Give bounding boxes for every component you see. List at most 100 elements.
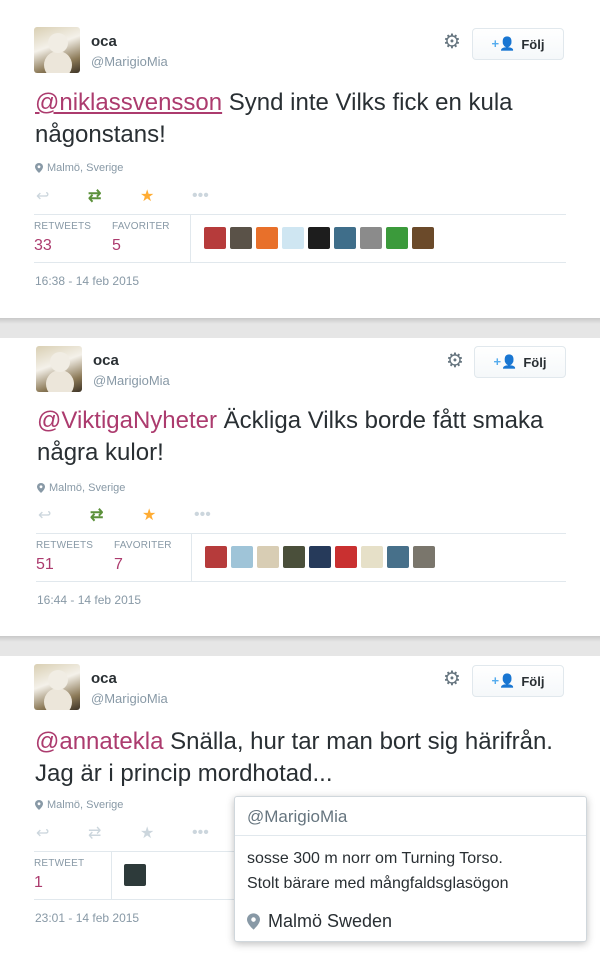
favoriter-avatar[interactable] — [230, 227, 252, 249]
tweet-text: @ViktigaNyheter Äckliga Vilks borde fått… — [37, 405, 577, 469]
stat-label: FAVORITER — [114, 540, 172, 551]
tweet-separator — [0, 636, 600, 656]
retweet-icon[interactable]: ⇄ — [88, 186, 140, 206]
divider — [235, 835, 586, 836]
gear-icon[interactable]: ⚙ — [443, 32, 461, 52]
bio-line: Stolt bärare med mångfaldsglasögon — [247, 875, 509, 892]
location-label: Malmö, Sverige — [49, 482, 126, 494]
more-icon[interactable]: ••• — [192, 187, 244, 205]
favoriter-avatar[interactable] — [205, 546, 227, 568]
tweet-location[interactable]: Malmö, Sverige — [35, 162, 123, 174]
reply-icon[interactable]: ↩ — [38, 505, 90, 525]
favoriter-avatar[interactable] — [387, 546, 409, 568]
retweet-icon[interactable]: ⇄ — [88, 823, 140, 843]
stats-bar: RETWEETS 33 FAVORITER 5 — [34, 214, 566, 263]
follow-label: Följ — [521, 36, 545, 52]
reply-icon[interactable]: ↩ — [36, 186, 88, 206]
stats-bar: RETWEETS 51 FAVORITER 7 — [36, 533, 566, 582]
favoriter-avatar[interactable] — [360, 227, 382, 249]
mention-link[interactable]: @annatekla — [35, 728, 163, 755]
tweet-location[interactable]: Malmö, Sverige — [35, 799, 123, 811]
favorites-stat[interactable]: FAVORITER 7 — [114, 540, 172, 574]
follow-button[interactable]: +👤 Följ — [472, 28, 564, 60]
retweet-icon[interactable]: ⇄ — [90, 505, 142, 525]
popup-handle[interactable]: @MarigioMia — [247, 807, 347, 827]
tweet-actions: ↩ ⇄ ★ ••• — [38, 505, 246, 525]
stat-label: RETWEET — [34, 858, 85, 869]
tweet-text: @niklassvensson Synd inte Vilks fick en … — [35, 87, 575, 151]
bio-line: sosse 300 m norr om Turning Torso. — [247, 850, 503, 867]
reply-icon[interactable]: ↩ — [36, 823, 88, 843]
stat-label: FAVORITER — [112, 221, 170, 232]
retweets-stat[interactable]: RETWEET 1 — [34, 858, 84, 892]
favoriter-avatar[interactable] — [283, 546, 305, 568]
divider — [111, 852, 112, 899]
favoriter-avatar[interactable] — [413, 546, 435, 568]
favoriter-avatar[interactable] — [257, 546, 279, 568]
favoriter-avatar[interactable] — [412, 227, 434, 249]
add-user-icon: +👤 — [493, 354, 518, 369]
timestamp[interactable]: 23:01 - 14 feb 2015 — [35, 911, 139, 925]
location-label: Malmö, Sverige — [47, 162, 124, 174]
timestamp[interactable]: 16:38 - 14 feb 2015 — [35, 274, 139, 288]
favoriter-avatar[interactable] — [334, 227, 356, 249]
user-handle[interactable]: @MarigioMia — [93, 373, 170, 388]
favoriter-avatar[interactable] — [308, 227, 330, 249]
favoriter-avatars — [124, 864, 146, 886]
favoriter-avatar[interactable] — [361, 546, 383, 568]
favoriter-avatar[interactable] — [204, 227, 226, 249]
favoriter-avatar[interactable] — [231, 546, 253, 568]
avatar[interactable] — [36, 346, 82, 392]
retweets-stat[interactable]: RETWEETS 51 — [36, 540, 93, 574]
location-label: Malmö, Sverige — [47, 799, 124, 811]
favorites-stat[interactable]: FAVORITER 5 — [112, 221, 170, 255]
location-pin-icon — [37, 483, 45, 493]
favoriter-avatar[interactable] — [282, 227, 304, 249]
more-icon[interactable]: ••• — [194, 506, 246, 524]
avatar[interactable] — [34, 664, 80, 710]
gear-icon[interactable]: ⚙ — [443, 669, 461, 689]
avatar[interactable] — [34, 27, 80, 73]
stat-label: RETWEETS — [36, 540, 94, 551]
location-pin-icon — [35, 163, 43, 173]
stat-value: 1 — [34, 874, 43, 891]
tweet-actions: ↩ ⇄ ★ ••• — [36, 823, 244, 843]
timestamp[interactable]: 16:44 - 14 feb 2015 — [37, 593, 141, 607]
user-name[interactable]: oca — [91, 33, 117, 50]
location-pin-icon — [247, 913, 260, 930]
favoriter-avatar[interactable] — [386, 227, 408, 249]
follow-button[interactable]: +👤 Följ — [472, 665, 564, 697]
add-user-icon: +👤 — [491, 36, 516, 51]
add-user-icon: +👤 — [491, 673, 516, 688]
stat-value: 7 — [114, 556, 123, 573]
favoriter-avatar[interactable] — [124, 864, 146, 886]
tweet-location[interactable]: Malmö, Sverige — [37, 482, 125, 494]
favorite-star-icon[interactable]: ★ — [140, 186, 192, 206]
location-pin-icon — [35, 800, 43, 810]
tweet-actions: ↩ ⇄ ★ ••• — [36, 186, 244, 206]
gear-icon[interactable]: ⚙ — [446, 351, 464, 371]
user-handle[interactable]: @MarigioMia — [91, 54, 168, 69]
user-name[interactable]: oca — [91, 670, 117, 687]
favorite-star-icon[interactable]: ★ — [140, 823, 192, 843]
follow-button[interactable]: +👤 Följ — [474, 346, 566, 378]
stat-value: 51 — [36, 556, 54, 573]
user-name[interactable]: oca — [93, 352, 119, 369]
popup-location: Malmö Sweden — [247, 911, 392, 932]
mention-link[interactable]: @niklassvensson — [35, 89, 222, 116]
stats-bar: RETWEET 1 — [34, 851, 234, 900]
user-handle[interactable]: @MarigioMia — [91, 691, 168, 706]
retweets-stat[interactable]: RETWEETS 33 — [34, 221, 91, 255]
mention-link[interactable]: @ViktigaNyheter — [37, 407, 217, 434]
follow-label: Följ — [521, 673, 545, 689]
favoriter-avatar[interactable] — [309, 546, 331, 568]
favorite-star-icon[interactable]: ★ — [142, 505, 194, 525]
tweet-separator — [0, 318, 600, 338]
popup-bio: sosse 300 m norr om Turning Torso. Stolt… — [247, 846, 509, 896]
tweet-text: @annatekla Snälla, hur tar man bort sig … — [35, 726, 575, 790]
stat-label: RETWEETS — [34, 221, 92, 232]
popup-location-label: Malmö Sweden — [268, 911, 393, 931]
stat-value: 5 — [112, 237, 121, 254]
favoriter-avatar[interactable] — [335, 546, 357, 568]
favoriter-avatar[interactable] — [256, 227, 278, 249]
